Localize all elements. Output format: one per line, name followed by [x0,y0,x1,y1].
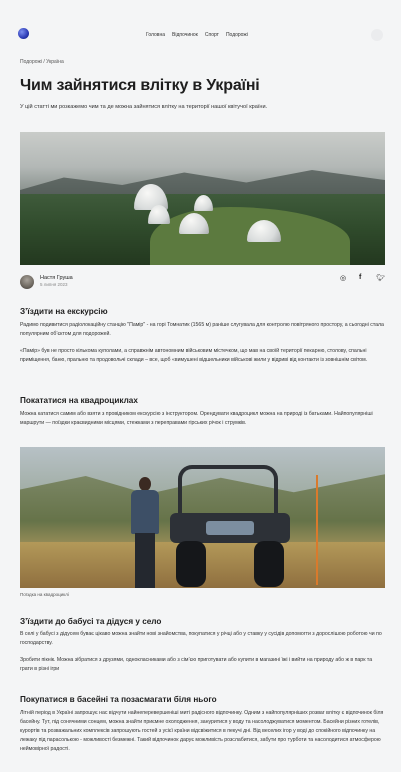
site-header: Головна Відпочинок Спорт Подорожі [0,0,401,60]
buggy-wheel [176,541,206,587]
author-row: Настя Груша 5 липня 2023 ◎ f 🐦︎ [20,272,385,290]
logo-icon[interactable] [18,28,29,39]
person-torso [131,490,159,534]
section-heading: Покупатися в басейні та позасмагати біля… [20,695,217,704]
section-heading: З’їздити до бабусі та дідуся у село [20,617,162,626]
section-paragraph: Можна кататися самим або взяти з провідн… [20,411,373,426]
hero-image [20,132,385,265]
article-lead: У цій статті ми розкажемо чим та де можн… [20,104,268,110]
instagram-icon[interactable]: ◎ [340,274,346,282]
atv-buggy [170,465,290,588]
photo-caption: Поїздка на квадроциклі [20,592,69,597]
nav-item-leisure[interactable]: Відпочинок [172,30,198,40]
facebook-icon[interactable]: f [359,274,361,281]
nav-item-sport[interactable]: Спорт [205,30,219,40]
atv-photo [20,447,385,588]
person-figure [128,477,162,588]
page-title: Чим зайнятися влітку в Україні [20,77,260,94]
avatar[interactable] [20,275,34,289]
buggy-cage [178,465,278,515]
section-paragraph: Літній період в Україні запрошує нас від… [20,710,384,752]
author-name[interactable]: Настя Груша [40,275,73,281]
section-paragraph: «Памір» був не просто кількома куполами,… [20,348,368,363]
account-icon[interactable] [371,29,383,41]
breadcrumb[interactable]: Подорожі / Україна [20,59,64,65]
person-legs [135,533,155,588]
section-paragraph: Радимо подивитися радіолокаційну станцію… [20,322,384,337]
section-paragraph: В селі у бабусі з дідусем буває цікаво м… [20,631,382,646]
nav-item-home[interactable]: Головна [146,30,165,40]
section-heading: Покататися на квадроциклах [20,396,138,405]
survey-tripod [316,475,326,585]
publish-date: 5 липня 2023 [40,282,68,287]
main-nav: Головна Відпочинок Спорт Подорожі [146,30,248,40]
section-heading: З’їздити на екскурсію [20,307,108,316]
nav-item-travel[interactable]: Подорожі [226,30,248,40]
person-head [139,477,151,491]
buggy-grill [206,521,254,535]
buggy-wheel [254,541,284,587]
section-paragraph: Зробити пікнік. Можна зібратися з друзям… [20,657,373,672]
twitter-icon[interactable]: 🐦︎ [376,274,385,282]
